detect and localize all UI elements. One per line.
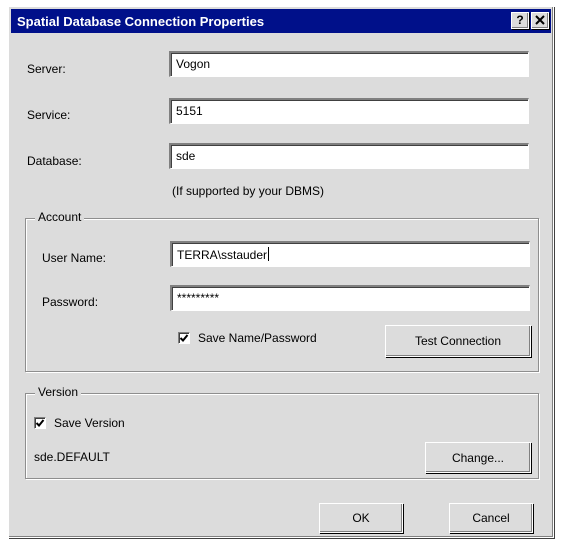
- username-value: TERRA\sstauder: [177, 248, 268, 262]
- text-caret: [268, 247, 270, 261]
- close-icon: [535, 15, 545, 25]
- change-version-button[interactable]: Change...: [425, 442, 531, 473]
- version-group: Version Save Version sde.DEFAULT Change.…: [25, 385, 539, 479]
- account-group: Account User Name: TERRA\sstauder Passwo…: [25, 210, 539, 372]
- version-group-label: Version: [35, 385, 82, 399]
- ok-button[interactable]: OK: [319, 503, 403, 533]
- server-label: Server:: [27, 62, 66, 76]
- checkbox-box: [178, 332, 190, 344]
- save-password-label: Save Name/Password: [198, 331, 317, 345]
- cancel-button[interactable]: Cancel: [449, 503, 533, 533]
- username-label: User Name:: [42, 251, 107, 265]
- password-input[interactable]: *********: [170, 285, 530, 311]
- checkmark-icon: [35, 419, 45, 427]
- help-button[interactable]: ?: [511, 12, 529, 29]
- database-input[interactable]: sde: [169, 143, 529, 169]
- service-input[interactable]: 5151: [169, 98, 529, 124]
- close-button[interactable]: [531, 12, 549, 29]
- save-version-checkbox[interactable]: Save Version: [34, 416, 125, 430]
- checkmark-icon: [179, 334, 189, 342]
- database-label: Database:: [27, 154, 82, 168]
- service-label: Service:: [27, 108, 71, 122]
- window-title: Spatial Database Connection Properties: [17, 13, 265, 29]
- title-bar[interactable]: Spatial Database Connection Properties ?: [11, 9, 551, 33]
- test-connection-button[interactable]: Test Connection: [385, 325, 531, 357]
- server-input[interactable]: Vogon: [169, 51, 529, 77]
- account-group-label: Account: [35, 210, 85, 224]
- username-input[interactable]: TERRA\sstauder: [170, 241, 530, 267]
- connection-properties-dialog: Spatial Database Connection Properties ?…: [8, 6, 554, 538]
- save-password-checkbox[interactable]: Save Name/Password: [178, 331, 317, 345]
- current-version-text: sde.DEFAULT: [34, 450, 110, 464]
- checkbox-box: [34, 417, 46, 429]
- password-label: Password:: [42, 295, 99, 309]
- database-hint: (If supported by your DBMS): [172, 184, 325, 198]
- save-version-label: Save Version: [54, 416, 125, 430]
